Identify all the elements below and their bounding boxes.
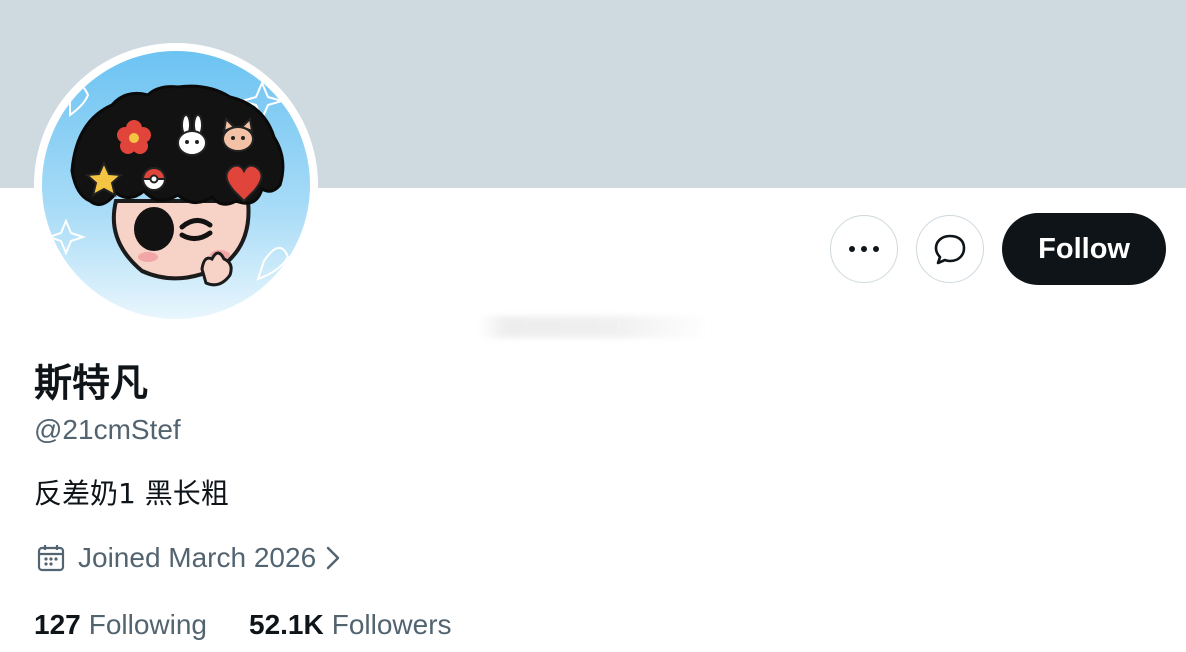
more-options-button[interactable] [830,215,899,283]
chevron-right-icon [324,545,342,571]
display-name: 斯特凡 [34,361,149,405]
chat-bubble-icon [933,232,967,266]
profile-bio: 反差奶1 黑长粗 [34,477,229,510]
avatar[interactable] [42,51,310,319]
following-link[interactable]: 127 Following [34,606,207,644]
following-label: Following [88,609,207,640]
joined-date[interactable]: Joined March 2026 [36,538,342,578]
joined-text: Joined March 2026 [78,542,317,573]
follow-button[interactable]: Follow [1002,213,1166,285]
avatar-container[interactable] [34,43,318,327]
follow-stats: 127 Following 52.1K Followers [34,606,494,644]
profile-actions: Follow [830,213,1166,285]
followers-link[interactable]: 52.1K Followers [249,606,452,644]
calendar-icon [36,543,66,573]
message-button[interactable] [916,215,985,283]
followers-count: 52.1K [249,609,324,640]
more-horizontal-icon [848,245,880,253]
user-handle: @21cmStef [34,414,181,445]
followers-label: Followers [331,609,452,640]
blurred-region [478,316,710,338]
following-count: 127 [34,609,81,640]
